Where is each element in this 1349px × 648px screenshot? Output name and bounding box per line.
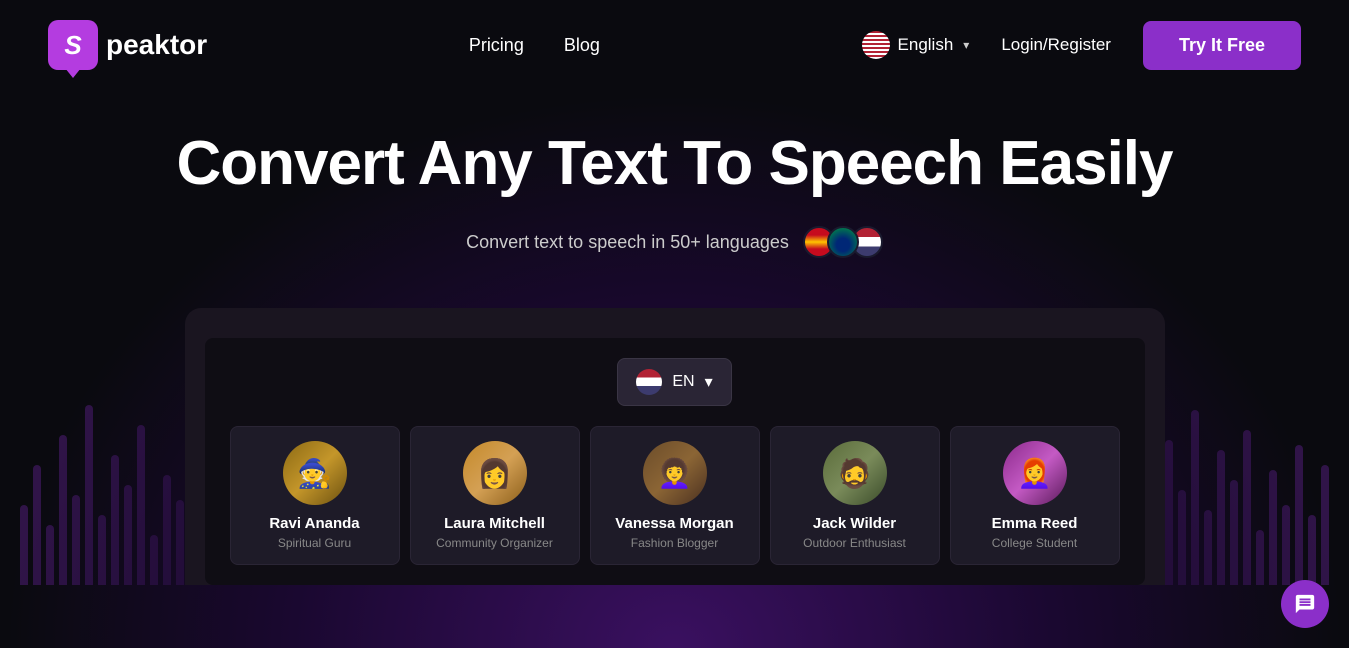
- voice-role: College Student: [992, 536, 1077, 550]
- chat-bubble-button[interactable]: [1281, 580, 1329, 628]
- avatar: 👩‍🦱: [643, 441, 707, 505]
- wave-bar: [1308, 515, 1316, 585]
- voice-name: Emma Reed: [992, 515, 1078, 532]
- nav-right: English ▾ Login/Register Try It Free: [862, 21, 1301, 70]
- wave-bar: [1204, 510, 1212, 585]
- logo[interactable]: S peaktor: [48, 20, 207, 70]
- wave-bar: [1282, 505, 1290, 585]
- wave-bar: [85, 405, 93, 585]
- wave-bar: [1165, 440, 1173, 585]
- avatar: 👩‍🦰: [1003, 441, 1067, 505]
- nav-blog[interactable]: Blog: [564, 35, 600, 56]
- voice-role: Community Organizer: [436, 536, 553, 550]
- language-selector[interactable]: English ▾: [862, 31, 970, 59]
- wave-bar: [1230, 480, 1238, 585]
- voice-card[interactable]: 👩 Laura Mitchell Community Organizer: [410, 426, 580, 565]
- wave-bar: [176, 500, 184, 585]
- voice-name: Ravi Ananda: [269, 515, 359, 532]
- logo-icon: S: [48, 20, 98, 70]
- login-register-link[interactable]: Login/Register: [1001, 35, 1111, 55]
- app-lang-chevron: ▾: [705, 372, 713, 392]
- language-label: English: [898, 35, 954, 55]
- wave-bar: [1217, 450, 1225, 585]
- nav-links: Pricing Blog: [469, 35, 600, 56]
- logo-text: peaktor: [106, 29, 207, 61]
- wave-bar: [150, 535, 158, 585]
- wave-bar: [1256, 530, 1264, 585]
- voice-card[interactable]: 🧙 Ravi Ananda Spiritual Guru: [230, 426, 400, 565]
- voice-card[interactable]: 🧔 Jack Wilder Outdoor Enthusiast: [770, 426, 940, 565]
- flag-icon: [862, 31, 890, 59]
- wave-bar: [33, 465, 41, 585]
- app-interface: EN ▾ 🧙 Ravi Ananda Spiritual Guru 👩 Laura Mi…: [205, 338, 1145, 585]
- voice-role: Fashion Blogger: [631, 536, 718, 550]
- voice-card[interactable]: 👩‍🦰 Emma Reed College Student: [950, 426, 1120, 565]
- wave-bar: [163, 475, 171, 585]
- voice-name: Vanessa Morgan: [615, 515, 733, 532]
- voice-role: Spiritual Guru: [278, 536, 351, 550]
- logo-text-start: peaktor: [106, 29, 207, 60]
- laptop-frame: EN ▾ 🧙 Ravi Ananda Spiritual Guru 👩 Laura Mi…: [185, 308, 1165, 585]
- app-language-selector-area: EN ▾: [225, 358, 1125, 406]
- voice-cards-container: 🧙 Ravi Ananda Spiritual Guru 👩 Laura Mitchel…: [225, 426, 1125, 565]
- flag-group: [803, 226, 883, 258]
- wave-bar: [20, 505, 28, 585]
- app-lang-code: EN: [672, 373, 694, 391]
- navigation: S peaktor Pricing Blog English ▾ Login/R…: [0, 0, 1349, 90]
- nav-pricing[interactable]: Pricing: [469, 35, 524, 56]
- wave-bar: [72, 495, 80, 585]
- hero-sub-text: Convert text to speech in 50+ languages: [466, 232, 789, 253]
- hero-heading: Convert Any Text To Speech Easily: [20, 130, 1329, 198]
- wave-bar: [124, 485, 132, 585]
- wave-bar: [1269, 470, 1277, 585]
- avatar: 🧙: [283, 441, 347, 505]
- wave-bar: [1191, 410, 1199, 585]
- avatar: 👩: [463, 441, 527, 505]
- voice-name: Jack Wilder: [813, 515, 896, 532]
- app-flag-icon: [636, 369, 662, 395]
- wave-bar: [1321, 465, 1329, 585]
- wave-bar: [1178, 490, 1186, 585]
- wave-bar: [98, 515, 106, 585]
- flag-brazil: [827, 226, 859, 258]
- app-preview: EN ▾ 🧙 Ravi Ananda Spiritual Guru 👩 Laura Mi…: [0, 308, 1349, 585]
- wave-bar: [111, 455, 119, 585]
- wave-bar: [46, 525, 54, 585]
- wave-bar: [137, 425, 145, 585]
- wave-bar: [59, 435, 67, 585]
- voice-name: Laura Mitchell: [444, 515, 545, 532]
- chevron-down-icon: ▾: [963, 38, 969, 52]
- app-lang-button[interactable]: EN ▾: [617, 358, 731, 406]
- wave-bar: [1243, 430, 1251, 585]
- try-it-free-button[interactable]: Try It Free: [1143, 21, 1301, 70]
- avatar: 🧔: [823, 441, 887, 505]
- voice-card[interactable]: 👩‍🦱 Vanessa Morgan Fashion Blogger: [590, 426, 760, 565]
- voice-role: Outdoor Enthusiast: [803, 536, 906, 550]
- wave-bar: [1295, 445, 1303, 585]
- hero-subtext: Convert text to speech in 50+ languages: [20, 226, 1329, 258]
- hero-section: Convert Any Text To Speech Easily Conver…: [0, 90, 1349, 308]
- chat-icon: [1294, 593, 1316, 615]
